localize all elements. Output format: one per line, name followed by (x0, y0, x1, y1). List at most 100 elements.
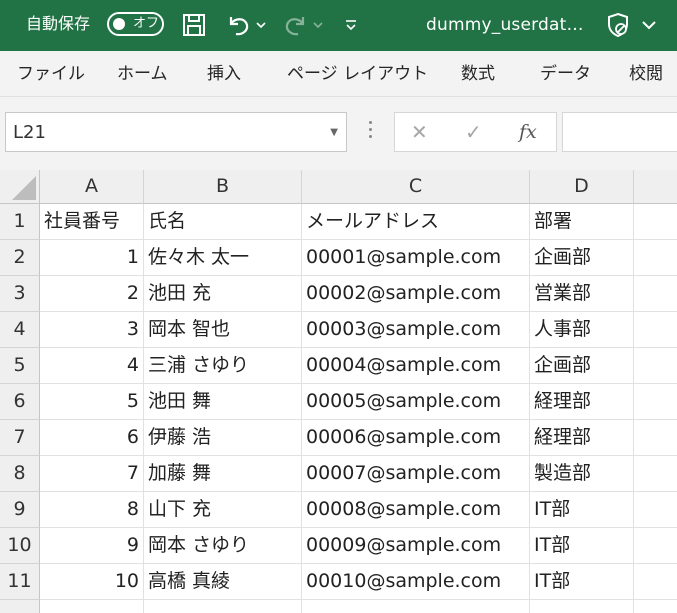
cell[interactable]: 池田 充 (144, 276, 302, 312)
undo-icon[interactable] (224, 11, 252, 39)
cell[interactable]: 00003@sample.com (302, 312, 530, 348)
cell[interactable]: 伊藤 浩 (144, 420, 302, 456)
tab-review[interactable]: 校閲 (629, 63, 663, 85)
cell[interactable] (302, 600, 530, 613)
row-header[interactable]: 10 (0, 528, 40, 564)
document-title[interactable]: dummy_userdat… (426, 14, 584, 36)
column-header-e[interactable] (634, 170, 677, 204)
cell[interactable] (530, 600, 634, 613)
row-header[interactable]: 8 (0, 456, 40, 492)
cell[interactable] (634, 528, 677, 564)
cell[interactable]: 三浦 さゆり (144, 348, 302, 384)
customize-qat-icon[interactable] (343, 11, 359, 39)
cell[interactable]: 00008@sample.com (302, 492, 530, 528)
formula-bar-resize-handle[interactable] (364, 121, 376, 145)
cell[interactable] (634, 564, 677, 600)
cell[interactable]: 1 (40, 240, 144, 276)
cell[interactable] (634, 348, 677, 384)
enter-icon[interactable]: ✓ (465, 119, 482, 145)
cell[interactable]: 2 (40, 276, 144, 312)
cell[interactable]: 00006@sample.com (302, 420, 530, 456)
cell[interactable] (634, 456, 677, 492)
chevron-down-icon[interactable] (640, 11, 658, 39)
tab-formulas[interactable]: 数式 (461, 63, 495, 85)
cell[interactable]: 人事部 (530, 312, 634, 348)
cell[interactable]: 岡本 智也 (144, 312, 302, 348)
cell[interactable]: 00004@sample.com (302, 348, 530, 384)
column-header-d[interactable]: D (530, 170, 634, 204)
cell[interactable]: IT部 (530, 528, 634, 564)
cell[interactable]: 6 (40, 420, 144, 456)
cell[interactable] (634, 204, 677, 240)
cell[interactable]: 00002@sample.com (302, 276, 530, 312)
row-header[interactable]: 7 (0, 420, 40, 456)
cell[interactable]: 00009@sample.com (302, 528, 530, 564)
tab-file[interactable]: ファイル (17, 63, 85, 85)
cell[interactable] (634, 276, 677, 312)
row-header[interactable]: 2 (0, 240, 40, 276)
cell[interactable]: 池田 舞 (144, 384, 302, 420)
cancel-icon[interactable]: ✕ (411, 119, 428, 145)
cell[interactable]: 経理部 (530, 420, 634, 456)
cell[interactable]: IT部 (530, 564, 634, 600)
tab-page-layout[interactable]: ページ レイアウト (287, 63, 428, 85)
row-header[interactable] (0, 600, 40, 613)
cell[interactable]: 営業部 (530, 276, 634, 312)
cell[interactable]: 8 (40, 492, 144, 528)
cell[interactable] (634, 492, 677, 528)
formula-input[interactable] (562, 112, 677, 152)
cell[interactable] (144, 600, 302, 613)
cell[interactable]: IT部 (530, 492, 634, 528)
cell[interactable]: 00010@sample.com (302, 564, 530, 600)
cell[interactable]: 10 (40, 564, 144, 600)
cell[interactable]: 氏名 (144, 204, 302, 240)
cell[interactable]: 岡本 さゆり (144, 528, 302, 564)
cell[interactable]: 7 (40, 456, 144, 492)
cell[interactable]: 企画部 (530, 348, 634, 384)
cell[interactable] (634, 384, 677, 420)
column-header-c[interactable]: C (302, 170, 530, 204)
redo-icon[interactable] (282, 11, 310, 39)
tab-insert[interactable]: 挿入 (207, 63, 241, 85)
cell[interactable]: 4 (40, 348, 144, 384)
cell[interactable]: 00005@sample.com (302, 384, 530, 420)
cell[interactable]: 製造部 (530, 456, 634, 492)
cell[interactable]: 00007@sample.com (302, 456, 530, 492)
insert-function-icon[interactable]: fx (519, 119, 537, 145)
cell[interactable]: 経理部 (530, 384, 634, 420)
sensitivity-icon[interactable] (604, 11, 632, 39)
cell[interactable]: 部署 (530, 204, 634, 240)
column-header-a[interactable]: A (40, 170, 144, 204)
cell[interactable] (634, 240, 677, 276)
name-box[interactable]: L21 ▼ (5, 112, 347, 152)
redo-dropdown-icon[interactable] (312, 11, 324, 39)
cell[interactable]: 社員番号 (40, 204, 144, 240)
row-header[interactable]: 5 (0, 348, 40, 384)
cell[interactable] (634, 420, 677, 456)
cell[interactable]: 企画部 (530, 240, 634, 276)
cell[interactable]: 佐々木 太一 (144, 240, 302, 276)
column-header-b[interactable]: B (144, 170, 302, 204)
cell[interactable]: 山下 充 (144, 492, 302, 528)
cell[interactable] (634, 312, 677, 348)
save-icon[interactable] (180, 11, 208, 39)
cell[interactable]: 5 (40, 384, 144, 420)
cell[interactable]: 高橋 真綾 (144, 564, 302, 600)
cell[interactable]: 3 (40, 312, 144, 348)
tab-home[interactable]: ホーム (117, 63, 168, 85)
undo-dropdown-icon[interactable] (255, 11, 267, 39)
cell[interactable]: 加藤 舞 (144, 456, 302, 492)
cell[interactable] (634, 600, 677, 613)
cell[interactable]: 9 (40, 528, 144, 564)
cell[interactable] (40, 600, 144, 613)
row-header[interactable]: 4 (0, 312, 40, 348)
row-header[interactable]: 6 (0, 384, 40, 420)
row-header[interactable]: 1 (0, 204, 40, 240)
row-header[interactable]: 3 (0, 276, 40, 312)
tab-data[interactable]: データ (540, 63, 591, 85)
autosave-toggle[interactable]: オフ (107, 12, 164, 36)
row-header[interactable]: 9 (0, 492, 40, 528)
name-box-dropdown-icon[interactable]: ▼ (330, 127, 338, 138)
cell[interactable]: 00001@sample.com (302, 240, 530, 276)
cell[interactable]: メールアドレス (302, 204, 530, 240)
